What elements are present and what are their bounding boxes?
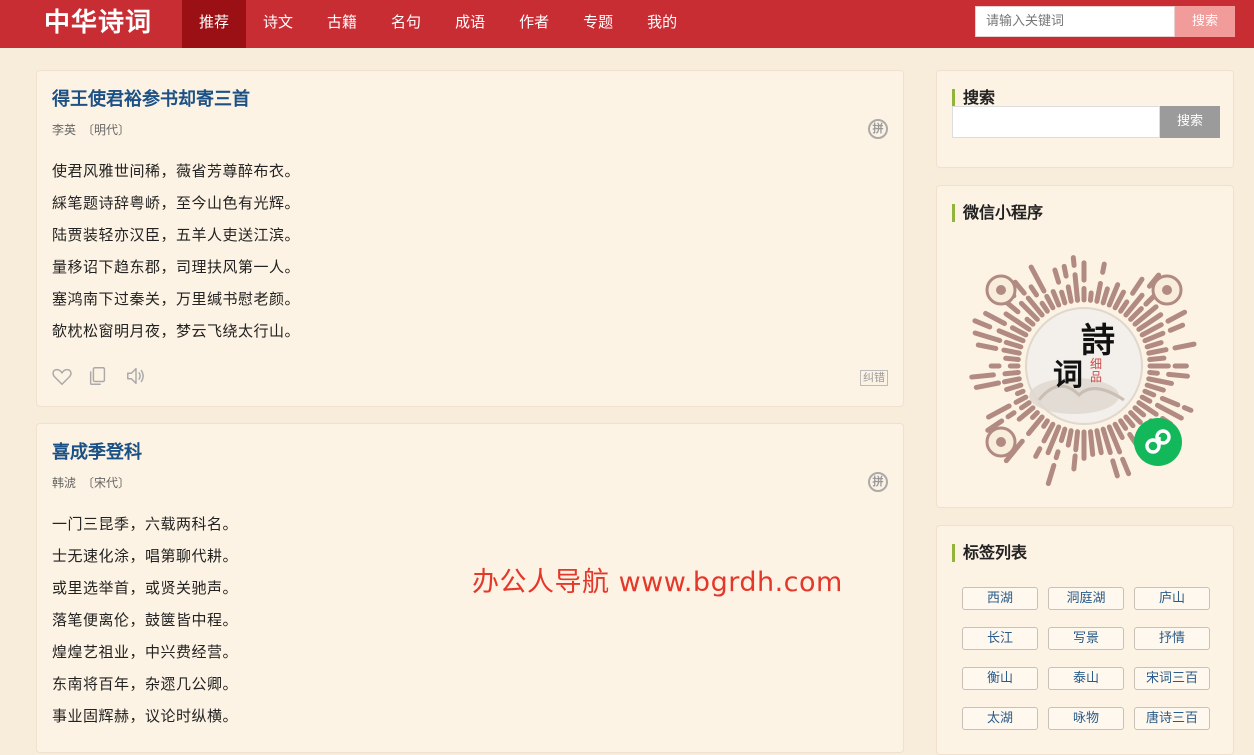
tag-item[interactable]: 西湖 [962, 587, 1038, 610]
pinyin-icon[interactable]: 拼 [868, 472, 888, 492]
tag-item[interactable]: 庐山 [1134, 587, 1210, 610]
header-search-input[interactable] [975, 6, 1175, 37]
poem-line: 塞鸿南下过秦关，万里缄书慰老颜。 [52, 290, 301, 308]
nav-quotes[interactable]: 名句 [374, 0, 438, 48]
wechat-miniprogram-icon [1134, 418, 1182, 466]
poem-line: 事业固辉赫，议论时纵横。 [52, 707, 239, 725]
nav-recommend[interactable]: 推荐 [182, 0, 247, 48]
tag-item[interactable]: 写景 [1048, 627, 1124, 650]
tag-item[interactable]: 洞庭湖 [1048, 587, 1124, 610]
poem-card: 得王使君裕参书却寄三首 李英 〔明代〕 拼 使君风雅世间稀，薇省芳尊醉布衣。 綵笔… [36, 70, 904, 407]
sidebar-search-input[interactable] [952, 106, 1160, 138]
poem-title[interactable]: 得王使君裕参书却寄三首 [52, 85, 250, 111]
nav-classics[interactable]: 古籍 [310, 0, 374, 48]
watermark-text: 办公人导航 www.bgrdh.com [472, 567, 843, 598]
nav-mine[interactable]: 我的 [630, 0, 694, 48]
main-nav: 推荐 诗文 古籍 名句 成语 作者 专题 我的 [182, 0, 694, 48]
speaker-icon[interactable] [125, 365, 147, 387]
nav-topics[interactable]: 专题 [566, 0, 630, 48]
tag-item[interactable]: 抒情 [1134, 627, 1210, 650]
poem-line: 东南将百年，杂遝几公卿。 [52, 675, 239, 693]
sidebar-miniprogram-panel: 微信小程序 詩 词 细品 [936, 185, 1234, 508]
sidebar-search-button[interactable]: 搜索 [1160, 106, 1220, 138]
poem-author[interactable]: 韩淲 [52, 476, 76, 490]
sidebar-search-title: 搜索 [952, 89, 995, 107]
tag-item[interactable]: 泰山 [1048, 667, 1124, 690]
poem-line: 使君风雅世间稀，薇省芳尊醉布衣。 [52, 162, 301, 180]
poem-line: 量移诏下趋东郡，司理扶风第一人。 [52, 258, 301, 276]
sidebar-tags-panel: 标签列表 西湖 洞庭湖 庐山 长江 写景 抒情 衡山 泰山 宋词三百 太湖 咏物… [936, 525, 1234, 755]
pinyin-icon[interactable]: 拼 [868, 119, 888, 139]
tag-item[interactable]: 咏物 [1048, 707, 1124, 730]
poem-title[interactable]: 喜成季登科 [52, 438, 142, 464]
poem-meta: 韩淲 〔宋代〕 [52, 474, 130, 491]
poem-line: 陆贾装轻亦汉臣，五羊人吏送江滨。 [52, 226, 301, 244]
nav-idioms[interactable]: 成语 [438, 0, 502, 48]
tag-item[interactable]: 长江 [962, 627, 1038, 650]
poem-author[interactable]: 李英 [52, 123, 76, 137]
poem-line: 欹枕松窗明月夜，梦云飞绕太行山。 [52, 322, 301, 340]
poem-dynasty[interactable]: 〔宋代〕 [82, 476, 130, 490]
copy-icon[interactable] [87, 365, 109, 387]
poem-line: 一门三昆季，六载两科名。 [52, 515, 239, 533]
top-navbar: 中华诗词 推荐 诗文 古籍 名句 成语 作者 专题 我的 搜索 [0, 0, 1254, 48]
header-search-button[interactable]: 搜索 [1175, 6, 1235, 37]
site-logo[interactable]: 中华诗词 [44, 6, 152, 40]
qr-center-subtext: 细品 [1090, 357, 1103, 384]
poem-line: 或里选举首，或贤关驰声。 [52, 579, 239, 597]
poem-line: 綵笔题诗辞粤峤，至今山色有光辉。 [52, 194, 301, 212]
tag-item[interactable]: 太湖 [962, 707, 1038, 730]
heart-icon[interactable] [51, 365, 73, 387]
tag-item[interactable]: 宋词三百 [1134, 667, 1210, 690]
nav-poems[interactable]: 诗文 [246, 0, 310, 48]
poem-meta: 李英 〔明代〕 [52, 121, 130, 138]
tag-item[interactable]: 唐诗三百 [1134, 707, 1210, 730]
nav-authors[interactable]: 作者 [502, 0, 566, 48]
qr-center-char: 詩 [1081, 321, 1115, 361]
poem-line: 落笔便离伦，鼓箧皆中程。 [52, 611, 239, 629]
tag-item[interactable]: 衡山 [962, 667, 1038, 690]
report-error-button[interactable]: 纠错 [860, 370, 888, 386]
qr-center-char: 词 [1053, 358, 1083, 393]
sidebar-miniprogram-title: 微信小程序 [952, 204, 1043, 222]
sidebar-tags-title: 标签列表 [952, 544, 1027, 562]
poem-line: 士无速化涂，唱第聊代耕。 [52, 547, 239, 565]
sidebar-search-panel: 搜索 搜索 [936, 70, 1234, 168]
poem-line: 煌煌艺祖业，中兴费经营。 [52, 643, 239, 661]
poem-dynasty[interactable]: 〔明代〕 [82, 123, 130, 137]
